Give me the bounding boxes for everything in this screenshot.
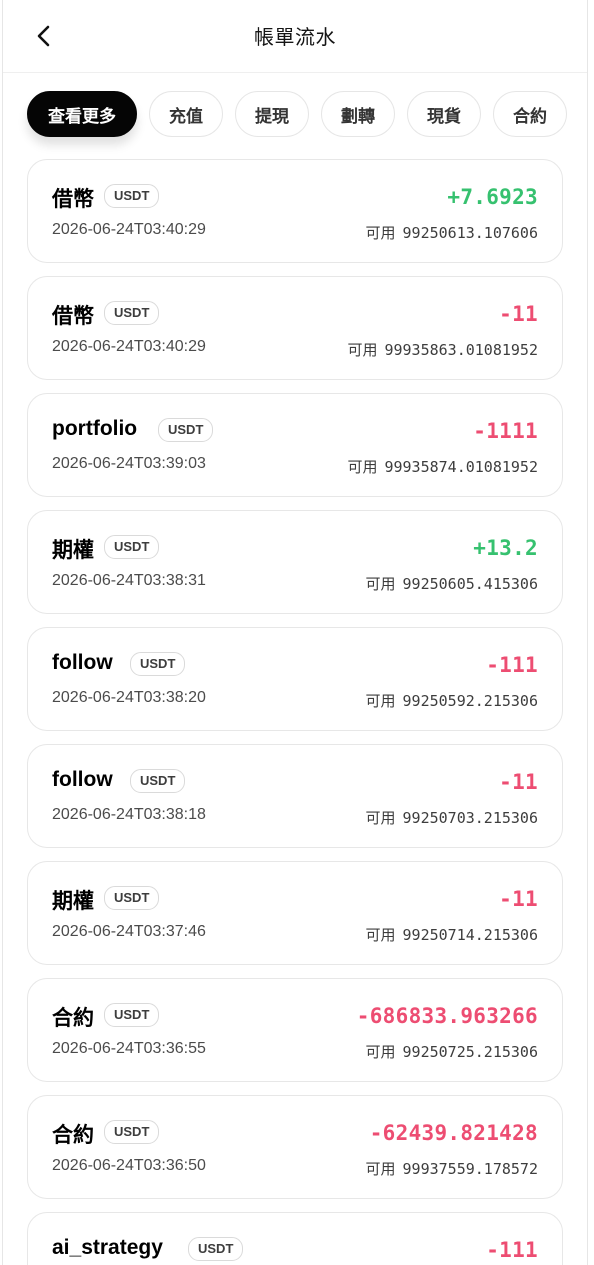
- currency-badge: USDT: [104, 301, 160, 325]
- transaction-row[interactable]: ai_strategy USDT -111: [27, 1212, 563, 1265]
- available-balance: 可用 99935863.01081952: [347, 339, 538, 360]
- available-value: 99937559.178572: [402, 1160, 538, 1178]
- available-balance: 可用 99937559.178572: [366, 1158, 538, 1179]
- transaction-row[interactable]: 借幣 USDT 2026-06-24T03:40:29 -11 可用 999358…: [27, 276, 563, 380]
- transaction-time: 2026-06-24T03:40:29: [52, 338, 206, 355]
- transaction-amount: -11: [499, 887, 538, 911]
- transaction-time: 2026-06-24T03:37:46: [52, 923, 206, 940]
- tab-withdraw[interactable]: 提現: [235, 91, 309, 137]
- available-balance: 可用 99935874.01081952: [347, 456, 538, 477]
- currency-badge: USDT: [104, 1003, 160, 1027]
- transaction-type: follow: [52, 768, 113, 791]
- available-value: 99935863.01081952: [384, 341, 538, 359]
- transaction-time: 2026-06-24T03:36:55: [52, 1040, 206, 1057]
- tab-deposit[interactable]: 充值: [149, 91, 223, 137]
- transaction-list: 借幣 USDT 2026-06-24T03:40:29 +7.6923 可用 99…: [3, 159, 587, 1265]
- currency-badge: USDT: [188, 1237, 244, 1261]
- currency-badge: USDT: [104, 184, 160, 208]
- available-label: 可用: [365, 575, 396, 593]
- transaction-amount: -11: [499, 770, 538, 794]
- available-label: 可用: [365, 1043, 396, 1061]
- transaction-type: portfolio: [52, 417, 138, 440]
- transaction-type: 期權: [52, 890, 94, 913]
- transaction-time: 2026-06-24T03:36:50: [52, 1157, 206, 1174]
- transaction-amount: -686833.963266: [356, 1004, 538, 1028]
- transaction-row[interactable]: follow USDT 2026-06-24T03:38:18 -11 可用 99…: [27, 744, 563, 848]
- transaction-amount: -62439.821428: [369, 1121, 538, 1145]
- available-value: 99935874.01081952: [384, 458, 538, 476]
- transaction-amount: -111: [486, 653, 538, 677]
- currency-badge: USDT: [130, 652, 186, 676]
- transaction-type: follow: [52, 651, 113, 674]
- transaction-time: 2026-06-24T03:39:03: [52, 455, 206, 472]
- currency-badge: USDT: [158, 418, 214, 442]
- available-value: 99250592.215306: [402, 692, 538, 710]
- page-header: 帳單流水: [3, 0, 587, 73]
- transaction-row[interactable]: 期權 USDT 2026-06-24T03:37:46 -11 可用 992507…: [27, 861, 563, 965]
- transaction-row[interactable]: 借幣 USDT 2026-06-24T03:40:29 +7.6923 可用 99…: [27, 159, 563, 263]
- transaction-type: 借幣: [52, 305, 94, 328]
- transaction-type: 合約: [52, 1124, 94, 1147]
- available-balance: 可用 99250592.215306: [366, 690, 538, 711]
- available-value: 99250703.215306: [402, 809, 538, 827]
- available-value: 99250613.107606: [402, 224, 538, 242]
- available-label: 可用: [365, 809, 396, 827]
- available-balance: 可用 99250725.215306: [366, 1041, 538, 1062]
- transaction-time: 2026-06-24T03:38:31: [52, 572, 206, 589]
- transaction-type: ai_strategy: [52, 1236, 163, 1259]
- available-label: 可用: [365, 1160, 396, 1178]
- available-label: 可用: [365, 224, 396, 242]
- available-label: 可用: [347, 458, 378, 476]
- tab-view-more[interactable]: 查看更多: [27, 91, 137, 137]
- tab-transfer[interactable]: 劃轉: [321, 91, 395, 137]
- transaction-row[interactable]: follow USDT 2026-06-24T03:38:20 -111 可用 9…: [27, 627, 563, 731]
- page-title: 帳單流水: [254, 24, 336, 49]
- back-button[interactable]: [29, 20, 59, 52]
- transaction-type: 合約: [52, 1007, 94, 1030]
- currency-badge: USDT: [104, 886, 160, 910]
- currency-badge: USDT: [104, 1120, 160, 1144]
- transaction-time: 2026-06-24T03:38:20: [52, 689, 206, 706]
- available-value: 99250725.215306: [402, 1043, 538, 1061]
- available-balance: 可用 99250703.215306: [366, 807, 538, 828]
- available-label: 可用: [365, 926, 396, 944]
- transaction-type: 期權: [52, 539, 94, 562]
- transaction-amount: +13.2: [473, 536, 538, 560]
- transaction-type: 借幣: [52, 188, 94, 211]
- transaction-amount: -1111: [473, 419, 538, 443]
- transaction-amount: -11: [499, 302, 538, 326]
- transaction-row[interactable]: 合約 USDT 2026-06-24T03:36:55 -686833.9632…: [27, 978, 563, 1082]
- currency-badge: USDT: [104, 535, 160, 559]
- tab-spot[interactable]: 現貨: [407, 91, 481, 137]
- transaction-time: 2026-06-24T03:38:18: [52, 806, 206, 823]
- available-balance: 可用 99250714.215306: [366, 924, 538, 945]
- available-value: 99250605.415306: [402, 575, 538, 593]
- transaction-row[interactable]: 期權 USDT 2026-06-24T03:38:31 +13.2 可用 9925…: [27, 510, 563, 614]
- transaction-row[interactable]: 合約 USDT 2026-06-24T03:36:50 -62439.82142…: [27, 1095, 563, 1199]
- tab-contract[interactable]: 合約: [493, 91, 567, 137]
- app-frame: 帳單流水 查看更多 充值 提現 劃轉 現貨 合約 借幣 USDT 2026-06…: [2, 0, 588, 1265]
- transaction-time: 2026-06-24T03:40:29: [52, 221, 206, 238]
- available-balance: 可用 99250613.107606: [366, 222, 538, 243]
- chevron-left-icon: [37, 25, 50, 47]
- available-balance: 可用 99250605.415306: [366, 573, 538, 594]
- currency-badge: USDT: [130, 769, 186, 793]
- transaction-amount: -111: [486, 1238, 538, 1262]
- transaction-row[interactable]: portfolio USDT 2026-06-24T03:39:03 -1111…: [27, 393, 563, 497]
- available-label: 可用: [347, 341, 378, 359]
- available-value: 99250714.215306: [402, 926, 538, 944]
- available-label: 可用: [365, 692, 396, 710]
- transaction-amount: +7.6923: [447, 185, 538, 209]
- filter-tabs: 查看更多 充值 提現 劃轉 現貨 合約: [3, 73, 587, 159]
